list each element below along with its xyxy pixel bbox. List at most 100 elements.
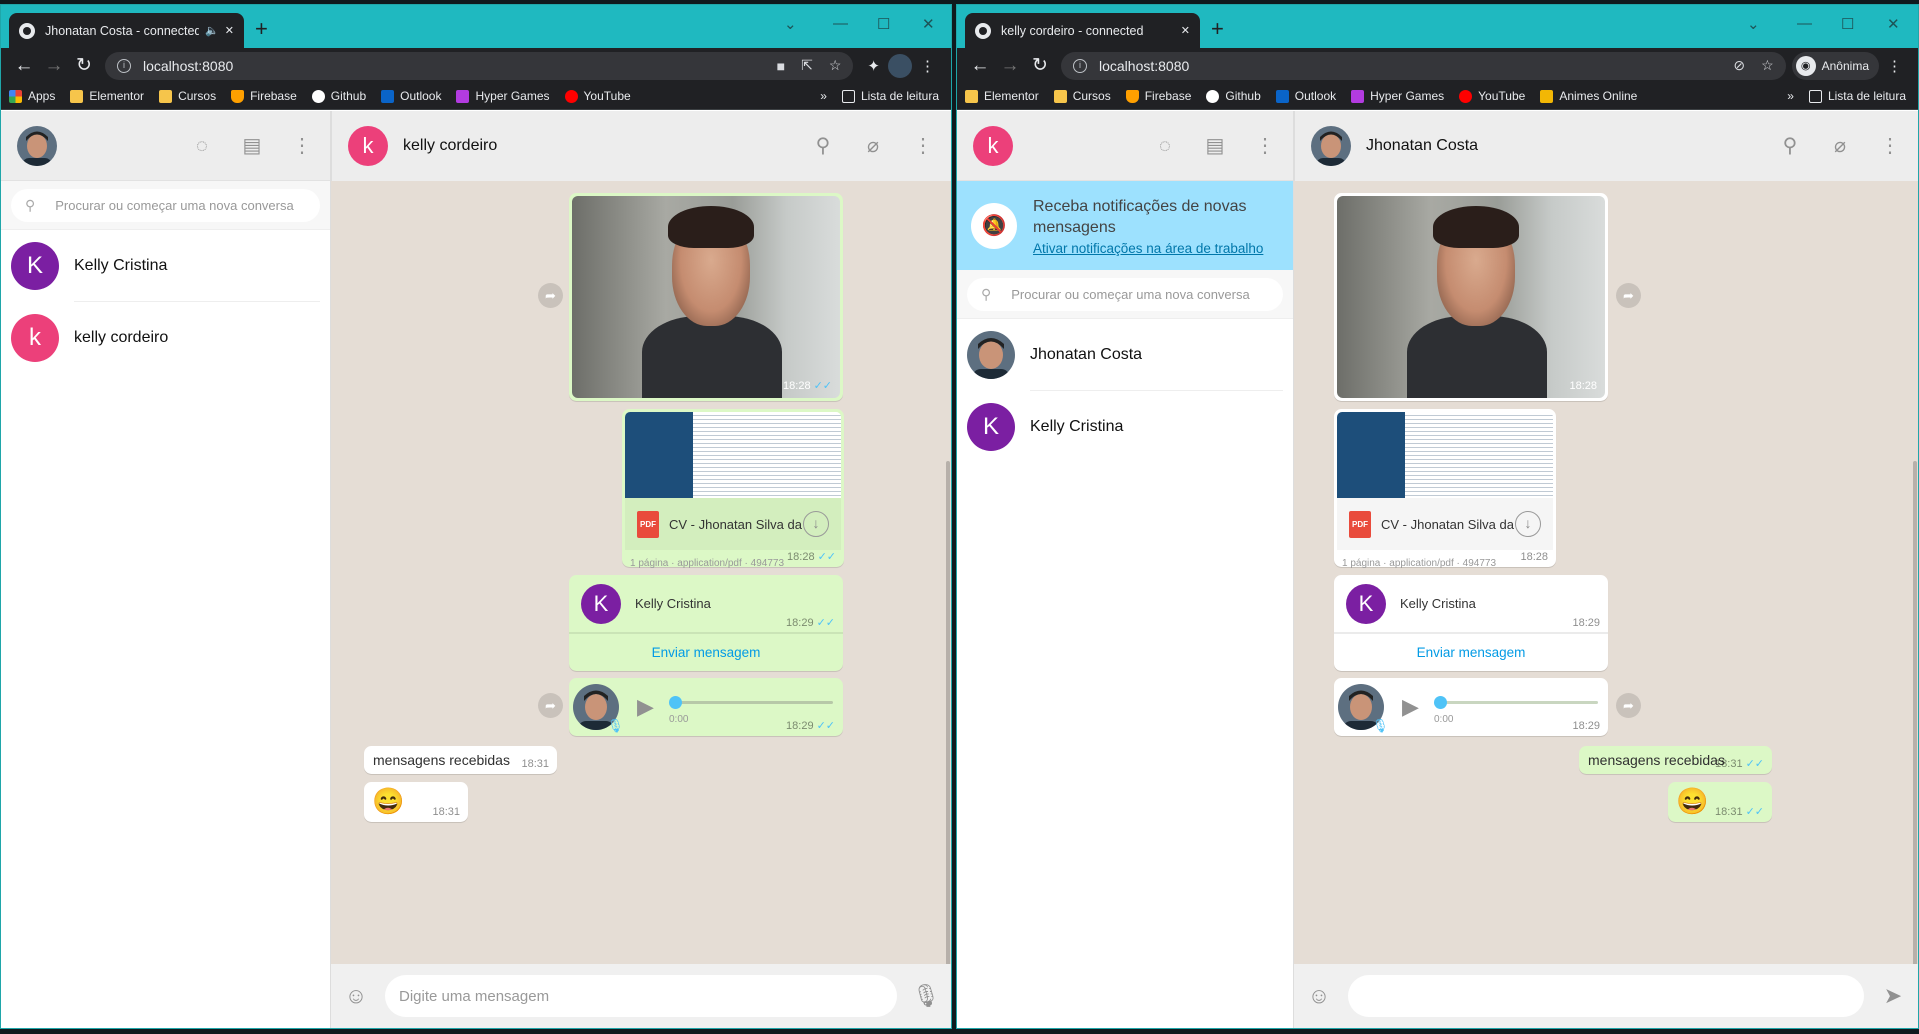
forward-icon[interactable]: ➦ — [1616, 283, 1641, 308]
attach-icon[interactable]: ⌀ — [1828, 134, 1852, 158]
contact-item-kelly-cordeiro[interactable]: k kelly cordeiro — [1, 302, 330, 374]
url-field[interactable]: i localhost:8080 ⊘ ☆ — [1061, 51, 1786, 80]
scrollbar[interactable] — [1912, 181, 1918, 964]
forward-icon[interactable]: ➦ — [538, 693, 563, 718]
menu-icon[interactable]: ⋮ — [911, 134, 935, 158]
scrollbar-thumb[interactable] — [1913, 461, 1917, 964]
menu-icon[interactable]: ⋮ — [1253, 134, 1277, 158]
browser-tab[interactable]: Jhonatan Costa - connected 🔈 ✕ — [9, 13, 244, 48]
contact-item-kelly-cristina[interactable]: K Kelly Cristina — [957, 391, 1293, 463]
incognito-profile[interactable]: ◉ Anônima — [1791, 51, 1879, 80]
forward-icon[interactable]: → — [995, 55, 1025, 77]
play-button[interactable]: ▶ — [637, 694, 659, 720]
bookmark-youtube[interactable]: YouTube — [1459, 89, 1525, 103]
photo[interactable]: 18:28 ✓✓ — [572, 196, 840, 398]
status-icon[interactable]: ◌ — [1153, 134, 1177, 158]
bookmark-cursos[interactable]: Cursos — [159, 89, 216, 103]
more-bookmarks-icon[interactable]: » — [1787, 89, 1794, 103]
bookmark-firebase[interactable]: Firebase — [231, 89, 297, 103]
more-menu-icon[interactable]: ⋮ — [920, 57, 935, 75]
extensions-icon[interactable]: ✦ — [867, 57, 880, 75]
forward-icon[interactable]: → — [39, 55, 69, 77]
contact-item-jhonatan-costa[interactable]: Jhonatan Costa — [957, 319, 1293, 391]
bookmark-outlook[interactable]: Outlook — [381, 89, 441, 103]
document-preview[interactable] — [1337, 412, 1553, 498]
send-icon[interactable]: ➤ — [1878, 983, 1908, 1009]
close-window-button[interactable]: ✕ — [1887, 15, 1900, 33]
bookmark-cursos[interactable]: Cursos — [1053, 89, 1111, 103]
mic-icon[interactable]: 🎙 — [911, 983, 941, 1009]
chat-header[interactable]: k kelly cordeiro ⚲ ⌀ ⋮ — [331, 111, 951, 181]
bookmark-star-icon[interactable]: ☆ — [1761, 57, 1774, 74]
url-field[interactable]: i localhost:8080 ■ ⇱ ☆ — [105, 51, 854, 80]
status-icon[interactable]: ◌ — [190, 134, 214, 158]
bookmark-hyper-games[interactable]: Hyper Games — [456, 89, 550, 103]
more-bookmarks-icon[interactable]: » — [820, 89, 827, 103]
info-icon[interactable]: i — [117, 58, 131, 73]
bookmark-elementor[interactable]: Elementor — [965, 89, 1039, 103]
bookmark-youtube[interactable]: YouTube — [564, 89, 631, 103]
audio-scrubber[interactable] — [1434, 696, 1447, 709]
message-input[interactable] — [1348, 975, 1864, 1017]
more-menu-icon[interactable]: ⋮ — [1887, 57, 1902, 75]
reading-list[interactable]: Lista de leitura — [841, 89, 939, 103]
bookmark-star-icon[interactable]: ☆ — [829, 57, 842, 74]
photo-message[interactable]: 18:28 — [1334, 193, 1608, 401]
document-file[interactable]: PDF CV - Jhonatan Silva da... ↓ — [1337, 498, 1553, 550]
new-chat-icon[interactable]: ▤ — [1203, 134, 1227, 158]
new-chat-icon[interactable]: ▤ — [240, 134, 264, 158]
chevron-down-icon[interactable]: ⌄ — [784, 15, 797, 33]
bookmark-github[interactable]: Github — [311, 89, 366, 103]
download-icon[interactable]: ↓ — [1515, 511, 1541, 537]
contact-card-header[interactable]: K Kelly Cristina — [1334, 575, 1608, 633]
bookmark-hyper-games[interactable]: Hyper Games — [1351, 89, 1444, 103]
search-icon[interactable]: ⚲ — [811, 134, 835, 158]
reload-icon[interactable]: ↻ — [1025, 54, 1055, 77]
speaker-icon[interactable]: 🔈 — [205, 24, 219, 37]
search-input[interactable]: ⚲ Procurar ou começar uma nova conversa — [967, 278, 1283, 311]
bookmark-elementor[interactable]: Elementor — [70, 89, 144, 103]
forward-icon[interactable]: ➦ — [1616, 693, 1641, 718]
audio-track[interactable]: 0:00 — [1434, 692, 1598, 725]
reload-icon[interactable]: ↻ — [69, 54, 99, 77]
forward-icon[interactable]: ➦ — [538, 283, 563, 308]
send-message-button[interactable]: Enviar mensagem — [569, 633, 843, 671]
document-message[interactable]: PDF CV - Jhonatan Silva da... ↓ 1 página… — [1334, 409, 1556, 569]
message-input[interactable]: Digite uma mensagem — [385, 975, 897, 1017]
audio-scrubber[interactable] — [669, 696, 682, 709]
bookmark-outlook[interactable]: Outlook — [1275, 89, 1336, 103]
close-tab-icon[interactable]: ✕ — [1181, 24, 1190, 37]
new-tab-button[interactable]: + — [1211, 16, 1224, 42]
photo[interactable]: 18:28 — [1337, 196, 1605, 398]
scrollbar[interactable] — [945, 181, 951, 964]
back-icon[interactable]: ← — [9, 55, 39, 77]
search-icon[interactable]: ⚲ — [1778, 134, 1802, 158]
share-icon[interactable]: ⇱ — [801, 57, 813, 74]
contact-item-kelly-cristina[interactable]: K Kelly Cristina — [1, 230, 330, 302]
search-input[interactable]: ⚲ Procurar ou começar uma nova conversa — [11, 189, 320, 222]
emoji-icon[interactable]: ☺ — [341, 983, 371, 1009]
my-avatar[interactable] — [17, 125, 57, 166]
document-file[interactable]: PDF CV - Jhonatan Silva da... ↓ — [625, 498, 841, 550]
photo-message[interactable]: 18:28 ✓✓ — [569, 193, 843, 401]
bookmark-github[interactable]: Github — [1206, 89, 1261, 103]
download-icon[interactable]: ↓ — [803, 511, 829, 537]
reading-list[interactable]: Lista de leitura — [1808, 89, 1906, 103]
menu-icon[interactable]: ⋮ — [290, 134, 314, 158]
scrollbar-thumb[interactable] — [946, 461, 950, 964]
tracking-blocked-icon[interactable]: ⊘ — [1733, 57, 1745, 74]
new-tab-button[interactable]: + — [255, 16, 268, 42]
document-message[interactable]: PDF CV - Jhonatan Silva da... ↓ 1 página… — [622, 409, 844, 569]
minimize-button[interactable]: — — [1797, 15, 1812, 32]
my-avatar[interactable]: k — [973, 125, 1013, 166]
close-window-button[interactable]: ✕ — [922, 15, 935, 33]
minimize-button[interactable]: — — [833, 15, 848, 32]
chat-header[interactable]: Jhonatan Costa ⚲ ⌀ ⋮ — [1294, 111, 1918, 181]
audio-track[interactable]: 0:00 — [669, 692, 833, 725]
browser-tab[interactable]: kelly cordeiro - connected ✕ — [965, 13, 1200, 48]
maximize-button[interactable]: ☐ — [1841, 15, 1854, 33]
enable-notifications-link[interactable]: Ativar notificações na área de trabalho — [1033, 241, 1279, 256]
back-icon[interactable]: ← — [965, 55, 995, 77]
attach-icon[interactable]: ⌀ — [861, 134, 885, 158]
menu-icon[interactable]: ⋮ — [1878, 134, 1902, 158]
